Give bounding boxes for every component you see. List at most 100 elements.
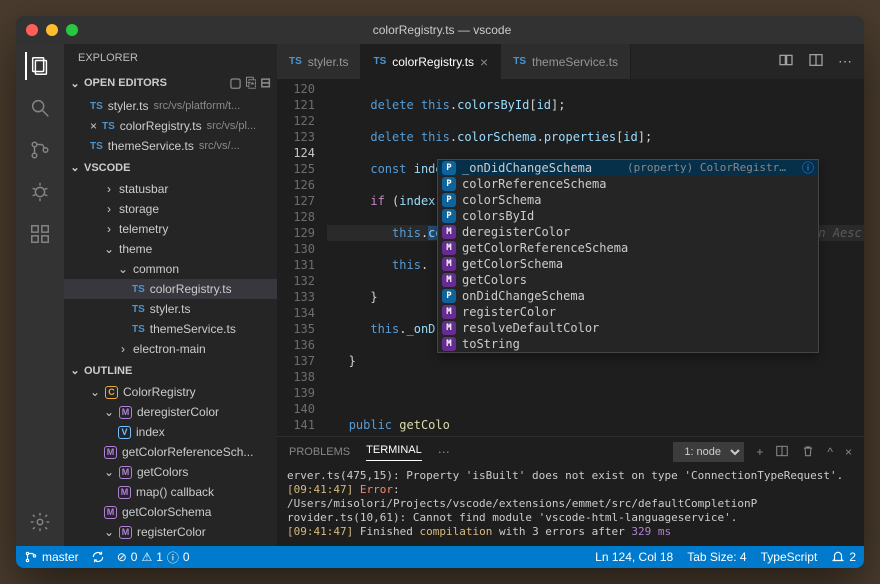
suggest-item[interactable]: MtoString [438, 336, 818, 352]
open-editors-section[interactable]: ⌄ OPEN EDITORS ▢ ⎘ ⊟ [64, 72, 277, 94]
bottom-panel: PROBLEMS TERMINAL ⋯ 1: node + ^ × erver.… [277, 436, 864, 546]
folder-item[interactable]: ⌄common [64, 259, 277, 279]
file-item[interactable]: TSthemeService.ts [64, 319, 277, 339]
editor-tab[interactable]: TSthemeService.ts [501, 44, 631, 79]
suggest-widget[interactable]: P_onDidChangeSchema(property) ColorRegis… [437, 159, 819, 353]
ts-file-icon: TS [289, 56, 302, 67]
close-panel-icon[interactable]: × [845, 445, 852, 459]
zoom-window-icon[interactable] [66, 24, 78, 36]
suggest-item[interactable]: PonDidChangeSchema [438, 288, 818, 304]
method-icon: M [442, 257, 456, 271]
split-editor-icon[interactable] [808, 52, 824, 71]
method-icon: M [118, 486, 131, 499]
method-icon: M [119, 406, 132, 419]
outline-item[interactable]: Vindex [64, 422, 277, 442]
language-mode[interactable]: TypeScript [761, 550, 818, 564]
outline-item[interactable]: ⌄CColorRegistry [64, 382, 277, 402]
folder-item[interactable]: ›telemetry [64, 219, 277, 239]
open-editor-item[interactable]: TS themeService.ts src/vs/... [64, 136, 277, 156]
method-icon: M [442, 305, 456, 319]
ts-file-icon: TS [373, 56, 386, 67]
folder-section[interactable]: ⌄ VSCODE [64, 158, 277, 177]
problems-indicator[interactable]: ⊘0 ⚠1 ⓘ0 [117, 549, 190, 566]
more-icon[interactable]: ⋯ [438, 445, 450, 459]
suggest-item[interactable]: MresolveDefaultColor [438, 320, 818, 336]
outline-item[interactable]: ⌄MgetColors [64, 462, 277, 482]
kill-terminal-icon[interactable] [801, 444, 815, 461]
search-icon[interactable] [26, 94, 54, 122]
new-terminal-icon[interactable]: + [756, 445, 763, 459]
outline-item[interactable]: ⌄MderegisterColor [64, 402, 277, 422]
save-all-icon[interactable]: ⎘ [246, 75, 256, 91]
property-icon: P [442, 209, 456, 223]
open-editors-list: TS styler.ts src/vs/platform/t... × TS c… [64, 94, 277, 158]
suggest-item[interactable]: P_onDidChangeSchema(property) ColorRegis… [438, 160, 818, 176]
editor-tab[interactable]: TSstyler.ts [277, 44, 361, 79]
open-editor-item[interactable]: TS styler.ts src/vs/platform/t... [64, 96, 277, 116]
terminal-selector[interactable]: 1: node [673, 442, 744, 462]
file-item[interactable]: TScolorRegistry.ts [64, 279, 277, 299]
property-icon: P [442, 289, 456, 303]
more-icon[interactable]: ⋯ [838, 53, 852, 70]
variable-icon: V [118, 426, 131, 439]
suggest-item[interactable]: MregisterColor [438, 304, 818, 320]
class-icon: C [105, 386, 118, 399]
suggest-item[interactable]: MgetColors [438, 272, 818, 288]
suggest-item[interactable]: MgetColorSchema [438, 256, 818, 272]
suggest-item[interactable]: PcolorsById [438, 208, 818, 224]
ts-file-icon: TS [513, 56, 526, 67]
editor-tab[interactable]: TScolorRegistry.ts× [361, 44, 501, 79]
code-editor[interactable]: delete this.colorsById[id]; delete this.… [327, 79, 864, 436]
close-window-icon[interactable] [26, 24, 38, 36]
chevron-down-icon: ⌄ [70, 364, 80, 377]
chevron-down-icon: ⌄ [70, 77, 80, 90]
maximize-panel-icon[interactable]: ^ [827, 445, 833, 459]
branch-indicator[interactable]: master [24, 550, 79, 564]
close-icon[interactable]: × [90, 119, 97, 133]
minimize-window-icon[interactable] [46, 24, 58, 36]
tab-size[interactable]: Tab Size: 4 [687, 550, 746, 564]
suggest-item[interactable]: PcolorSchema [438, 192, 818, 208]
ts-file-icon: TS [132, 284, 145, 295]
suggest-item[interactable]: MderegisterColor [438, 224, 818, 240]
file-tree: ›statusbar ›storage ›telemetry ⌄theme ⌄c… [64, 177, 277, 361]
extensions-icon[interactable] [26, 220, 54, 248]
method-icon: M [442, 225, 456, 239]
info-icon[interactable]: ⓘ [802, 160, 814, 176]
outline-item[interactable]: MgetColorSchema [64, 502, 277, 522]
new-file-icon[interactable]: ▢ [229, 75, 241, 91]
explorer-icon[interactable] [25, 52, 53, 80]
cursor-position[interactable]: Ln 124, Col 18 [595, 550, 673, 564]
settings-gear-icon[interactable] [26, 508, 54, 536]
close-icon[interactable]: × [480, 54, 488, 70]
suggest-item[interactable]: PcolorReferenceSchema [438, 176, 818, 192]
outline-item[interactable]: ⌄MregisterColor [64, 522, 277, 542]
activity-bar [16, 44, 64, 546]
suggest-item[interactable]: MgetColorReferenceSchema [438, 240, 818, 256]
vscode-window: colorRegistry.ts — vscode [16, 16, 864, 568]
folder-item[interactable]: ›electron-main [64, 339, 277, 359]
terminal-output[interactable]: erver.ts(475,15): Property 'isBuilt' doe… [277, 467, 864, 546]
outline-item[interactable]: Mmap() callback [64, 482, 277, 502]
method-icon: M [119, 526, 132, 539]
debug-icon[interactable] [26, 178, 54, 206]
sync-icon[interactable] [91, 550, 105, 564]
outline-item[interactable]: MgetColorReferenceSch... [64, 442, 277, 462]
compare-icon[interactable] [778, 52, 794, 71]
file-item[interactable]: TSstyler.ts [64, 299, 277, 319]
panel-tabs: PROBLEMS TERMINAL ⋯ 1: node + ^ × [277, 437, 864, 467]
folder-item[interactable]: ›statusbar [64, 179, 277, 199]
status-bar: master ⊘0 ⚠1 ⓘ0 Ln 124, Col 18 Tab Size:… [16, 546, 864, 568]
open-editor-item[interactable]: × TS colorRegistry.ts src/vs/pl... [64, 116, 277, 136]
ts-file-icon: TS [132, 324, 145, 335]
folder-item[interactable]: ›storage [64, 199, 277, 219]
outline-section[interactable]: ⌄ OUTLINE [64, 361, 277, 380]
split-terminal-icon[interactable] [775, 444, 789, 461]
folder-item[interactable]: ⌄theme [64, 239, 277, 259]
notifications-icon[interactable]: 2 [831, 550, 856, 564]
ts-file-icon: TS [90, 141, 103, 152]
close-all-icon[interactable]: ⊟ [260, 75, 271, 91]
problems-tab[interactable]: PROBLEMS [289, 446, 350, 458]
scm-icon[interactable] [26, 136, 54, 164]
terminal-tab[interactable]: TERMINAL [366, 444, 422, 461]
